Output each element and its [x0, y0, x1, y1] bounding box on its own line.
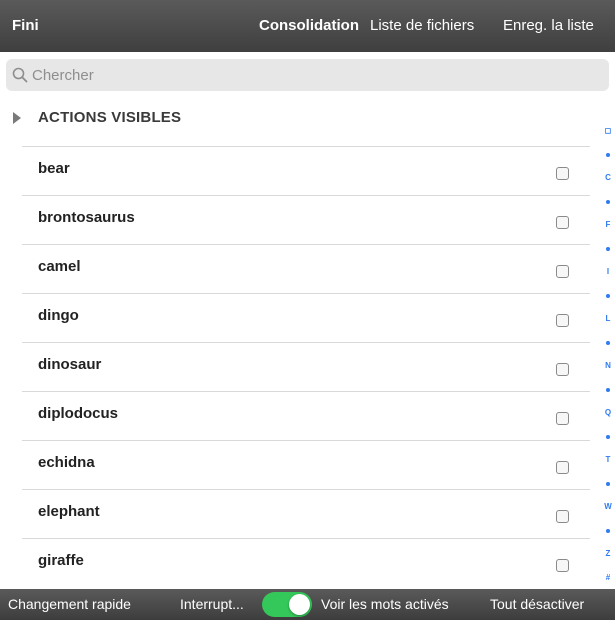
- app-window: Fini Consolidation Liste de fichiers Enr…: [0, 0, 615, 620]
- quick-change-button[interactable]: Changement rapide: [8, 589, 131, 620]
- consolidation-button[interactable]: Consolidation: [259, 0, 359, 52]
- index-letter[interactable]: I: [601, 267, 615, 277]
- list-item-label: bear: [38, 160, 70, 177]
- checkbox[interactable]: [556, 314, 569, 327]
- checkbox[interactable]: [556, 265, 569, 278]
- disclosure-triangle-icon[interactable]: [13, 112, 21, 124]
- list-item[interactable]: dingo: [0, 294, 595, 343]
- index-letter[interactable]: Q: [601, 408, 615, 418]
- index-dot[interactable]: [606, 434, 610, 439]
- index-letter[interactable]: T: [601, 455, 615, 465]
- index-letter[interactable]: C: [601, 173, 615, 183]
- section-index-bar[interactable]: ◻ C F I L N Q T W Z #: [601, 120, 615, 590]
- index-dot[interactable]: [606, 199, 610, 204]
- index-dot[interactable]: [606, 387, 610, 392]
- checkbox[interactable]: [556, 559, 569, 572]
- interrupt-toggle[interactable]: [262, 592, 312, 617]
- search-icon: [12, 67, 28, 83]
- search-bar-container: [0, 52, 615, 98]
- list-item[interactable]: diplodocus: [0, 392, 595, 441]
- list-item-label: dingo: [38, 307, 79, 324]
- index-dot[interactable]: [606, 340, 610, 345]
- index-dot[interactable]: [606, 481, 610, 486]
- toggle-knob: [289, 594, 310, 615]
- checkbox[interactable]: [556, 461, 569, 474]
- list-item-label: brontosaurus: [38, 209, 135, 226]
- index-dot[interactable]: [606, 293, 610, 298]
- list-item[interactable]: camel: [0, 245, 595, 294]
- search-input[interactable]: [32, 59, 592, 91]
- checkbox[interactable]: [556, 363, 569, 376]
- checkbox[interactable]: [556, 510, 569, 523]
- list-item-label: elephant: [38, 503, 100, 520]
- list-item[interactable]: echidna: [0, 441, 595, 490]
- index-dot[interactable]: [606, 152, 610, 157]
- index-letter[interactable]: L: [601, 314, 615, 324]
- list-item-label: diplodocus: [38, 405, 118, 422]
- list-item-label: giraffe: [38, 552, 84, 569]
- show-active-words-button[interactable]: Voir les mots activés: [321, 589, 449, 620]
- list-item-label: camel: [38, 258, 81, 275]
- list-item[interactable]: brontosaurus: [0, 196, 595, 245]
- index-letter[interactable]: N: [601, 361, 615, 371]
- list-item-label: echidna: [38, 454, 95, 471]
- checkbox[interactable]: [556, 167, 569, 180]
- list-item[interactable]: elephant: [0, 490, 595, 539]
- checkbox[interactable]: [556, 412, 569, 425]
- index-letter[interactable]: W: [601, 502, 615, 512]
- disable-all-button[interactable]: Tout désactiver: [490, 589, 584, 620]
- index-letter[interactable]: F: [601, 220, 615, 230]
- done-button[interactable]: Fini: [12, 0, 39, 52]
- save-list-button[interactable]: Enreg. la liste: [503, 0, 594, 52]
- list-item[interactable]: giraffe: [0, 539, 595, 588]
- index-dot[interactable]: [606, 246, 610, 251]
- index-letter[interactable]: Z: [601, 549, 615, 559]
- section-label: ACTIONS VISIBLES: [38, 109, 182, 126]
- checkbox[interactable]: [556, 216, 569, 229]
- index-letter[interactable]: #: [601, 573, 615, 583]
- list-item[interactable]: dinosaur: [0, 343, 595, 392]
- interrupt-label: Interrupt...: [180, 596, 244, 612]
- list-item[interactable]: bear: [0, 147, 595, 196]
- list-item-label: dinosaur: [38, 356, 102, 373]
- file-list-button[interactable]: Liste de fichiers: [370, 0, 474, 52]
- index-dot[interactable]: [606, 528, 610, 533]
- top-nav-bar: Fini Consolidation Liste de fichiers Enr…: [0, 0, 615, 52]
- index-letter[interactable]: ◻: [601, 126, 615, 136]
- bottom-toolbar: Changement rapide Interrupt... Voir les …: [0, 589, 615, 620]
- section-header-visible-actions[interactable]: ACTIONS VISIBLES: [0, 98, 595, 148]
- search-bar[interactable]: [6, 59, 609, 91]
